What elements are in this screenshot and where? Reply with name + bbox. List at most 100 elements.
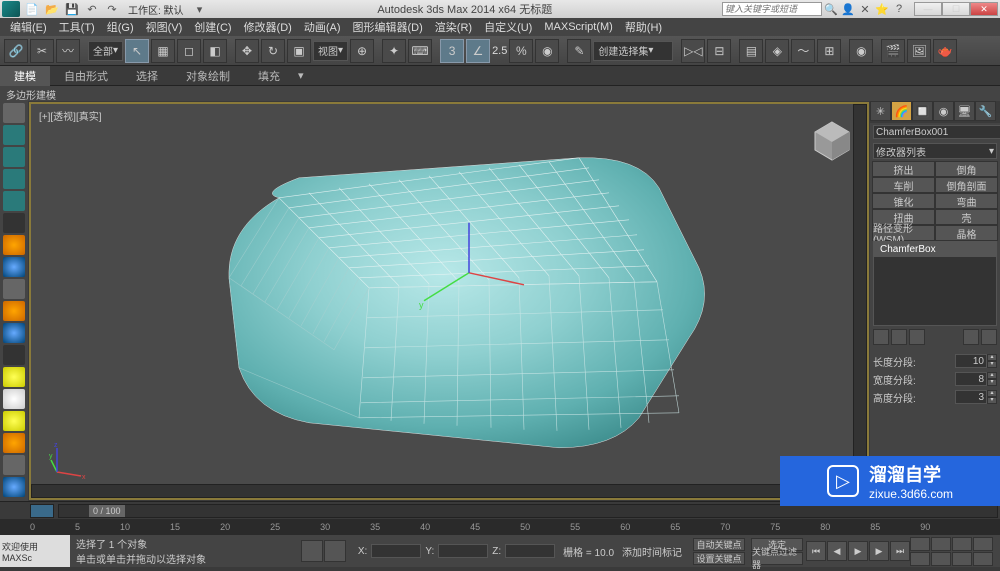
select-object-icon[interactable]: ↖ <box>125 39 149 63</box>
layer-manager-icon[interactable]: ▤ <box>739 39 763 63</box>
keyboard-shortcut-icon[interactable]: ⌨ <box>408 39 432 63</box>
render-icon[interactable]: 🫖 <box>933 39 957 63</box>
autokey-button[interactable]: 自动关键点 <box>693 538 745 551</box>
spinner-snap-icon[interactable]: ◉ <box>535 39 559 63</box>
spinner-down-icon[interactable]: ▾ <box>987 397 997 404</box>
time-tag-button[interactable]: 添加时间标记 <box>622 544 682 559</box>
schematic-icon[interactable]: ⊞ <box>817 39 841 63</box>
lt-btn-3[interactable] <box>3 147 25 167</box>
keyfilter-button[interactable]: 关键点过滤器 <box>751 552 803 565</box>
select-link-icon[interactable]: 🔗 <box>4 39 28 63</box>
edit-named-icon[interactable]: ✎ <box>567 39 591 63</box>
graphite-icon[interactable]: ◈ <box>765 39 789 63</box>
cp-tab-display[interactable]: 🖥 <box>954 101 975 121</box>
qat-new-icon[interactable]: 📄 <box>24 2 40 16</box>
param-height-segs-field[interactable] <box>955 390 987 404</box>
infocenter-favorites-icon[interactable]: ? <box>892 2 906 16</box>
ribbon-tab-freeform[interactable]: 自由形式 <box>50 66 122 86</box>
param-width-segs-field[interactable] <box>955 372 987 386</box>
ribbon-tab-populate[interactable]: 填充 <box>244 66 294 86</box>
viewport-label[interactable]: [+][透视][真实] <box>39 108 102 123</box>
coord-x-field[interactable] <box>371 544 421 558</box>
next-frame-icon[interactable]: ▶ <box>869 541 889 561</box>
viewcube[interactable] <box>807 114 857 164</box>
lt-btn-10[interactable] <box>3 301 25 321</box>
goto-start-icon[interactable]: ⏮ <box>806 541 826 561</box>
nav-fov-icon[interactable] <box>973 537 993 551</box>
cp-tab-create[interactable]: ✳ <box>870 101 891 121</box>
lt-btn-16[interactable] <box>3 433 25 453</box>
curve-editor-icon[interactable]: 〜 <box>791 39 815 63</box>
nav-walk-icon[interactable] <box>931 552 951 566</box>
qat-save-icon[interactable]: 💾 <box>64 2 80 16</box>
lt-btn-13[interactable] <box>3 367 25 387</box>
chamferbox-mesh[interactable]: y <box>159 138 739 478</box>
ribbon-expand-icon[interactable]: ▾ <box>298 69 304 82</box>
nav-pan-icon[interactable] <box>910 552 930 566</box>
modbtn-bend[interactable]: 弯曲 <box>935 193 998 209</box>
cp-tab-motion[interactable]: ◉ <box>933 101 954 121</box>
stack-config-icon[interactable] <box>981 329 997 345</box>
spinner-up-icon[interactable]: ▴ <box>987 354 997 361</box>
viewport-scrollbar-v[interactable] <box>853 104 867 484</box>
mirror-icon[interactable]: ▷◁ <box>681 39 705 63</box>
lock-selection-icon[interactable] <box>301 540 323 562</box>
viewport[interactable]: [+][透视][真实] <box>31 104 867 498</box>
menu-tools[interactable]: 工具(T) <box>53 19 101 35</box>
cp-tab-hierarchy[interactable]: 🔲 <box>912 101 933 121</box>
isolate-icon[interactable] <box>324 540 346 562</box>
coord-y-field[interactable] <box>438 544 488 558</box>
infocenter-search-icon[interactable]: 🔍 <box>824 2 838 16</box>
timeline-config-icon[interactable] <box>30 504 54 518</box>
ribbon-tab-selection[interactable]: 选择 <box>122 66 172 86</box>
unlink-icon[interactable]: ✂ <box>30 39 54 63</box>
menu-help[interactable]: 帮助(H) <box>619 19 668 35</box>
play-icon[interactable]: ▶ <box>848 541 868 561</box>
app-logo[interactable] <box>2 1 20 17</box>
rotate-icon[interactable]: ↻ <box>261 39 285 63</box>
infocenter-exchange-icon[interactable]: ✕ <box>858 2 872 16</box>
goto-end-icon[interactable]: ⏭ <box>890 541 910 561</box>
named-selection-dropdown[interactable]: 创建选择集 ▾ <box>593 41 673 61</box>
modbtn-extrude[interactable]: 挤出 <box>872 161 935 177</box>
stack-unique-icon[interactable] <box>909 329 925 345</box>
ribbon-tab-modeling[interactable]: 建模 <box>0 66 50 86</box>
cp-tab-modify[interactable]: 🌈 <box>891 101 912 121</box>
stack-item-chamferbox[interactable]: ChamferBox <box>874 242 996 257</box>
viewport-scrollbar-h[interactable] <box>31 484 853 498</box>
lt-btn-8[interactable] <box>3 257 25 277</box>
angle-snap-icon[interactable]: ∠ <box>466 39 490 63</box>
maximize-button[interactable]: ☐ <box>942 2 970 16</box>
qat-redo-icon[interactable]: ↷ <box>104 2 120 16</box>
menu-rendering[interactable]: 渲染(R) <box>429 19 478 35</box>
modbtn-bevelprofile[interactable]: 倒角剖面 <box>935 177 998 193</box>
selection-filter-dropdown[interactable]: 全部 ▾ <box>88 41 123 61</box>
lt-btn-18[interactable] <box>3 477 25 497</box>
snap-toggle-icon[interactable]: 3 <box>440 39 464 63</box>
minimize-button[interactable]: — <box>914 2 942 16</box>
select-region-icon[interactable]: ◻ <box>177 39 201 63</box>
cp-tab-utilities[interactable]: 🔧 <box>975 101 996 121</box>
nav-zoomall-icon[interactable] <box>931 537 951 551</box>
modbtn-taper[interactable]: 锥化 <box>872 193 935 209</box>
coord-z-field[interactable] <box>505 544 555 558</box>
align-icon[interactable]: ⊟ <box>707 39 731 63</box>
lt-btn-6[interactable] <box>3 213 25 233</box>
spinner-up-icon[interactable]: ▴ <box>987 372 997 379</box>
move-icon[interactable]: ✥ <box>235 39 259 63</box>
menu-grapheditors[interactable]: 图形编辑器(D) <box>347 19 429 35</box>
refcoord-dropdown[interactable]: 视图 ▾ <box>313 41 348 61</box>
close-button[interactable]: ✕ <box>970 2 998 16</box>
manipulate-icon[interactable]: ✦ <box>382 39 406 63</box>
stack-showend-icon[interactable] <box>891 329 907 345</box>
window-crossing-icon[interactable]: ◧ <box>203 39 227 63</box>
nav-maximize-icon[interactable] <box>973 552 993 566</box>
lt-btn-1[interactable] <box>3 103 25 123</box>
scale-icon[interactable]: ▣ <box>287 39 311 63</box>
menu-modifiers[interactable]: 修改器(D) <box>238 19 298 35</box>
lt-btn-17[interactable] <box>3 455 25 475</box>
modifier-list-dropdown[interactable]: 修改器列表▾ <box>873 143 997 159</box>
lt-btn-7[interactable] <box>3 235 25 255</box>
workspace-dropdown-icon[interactable]: ▾ <box>192 2 208 16</box>
stack-remove-icon[interactable] <box>963 329 979 345</box>
